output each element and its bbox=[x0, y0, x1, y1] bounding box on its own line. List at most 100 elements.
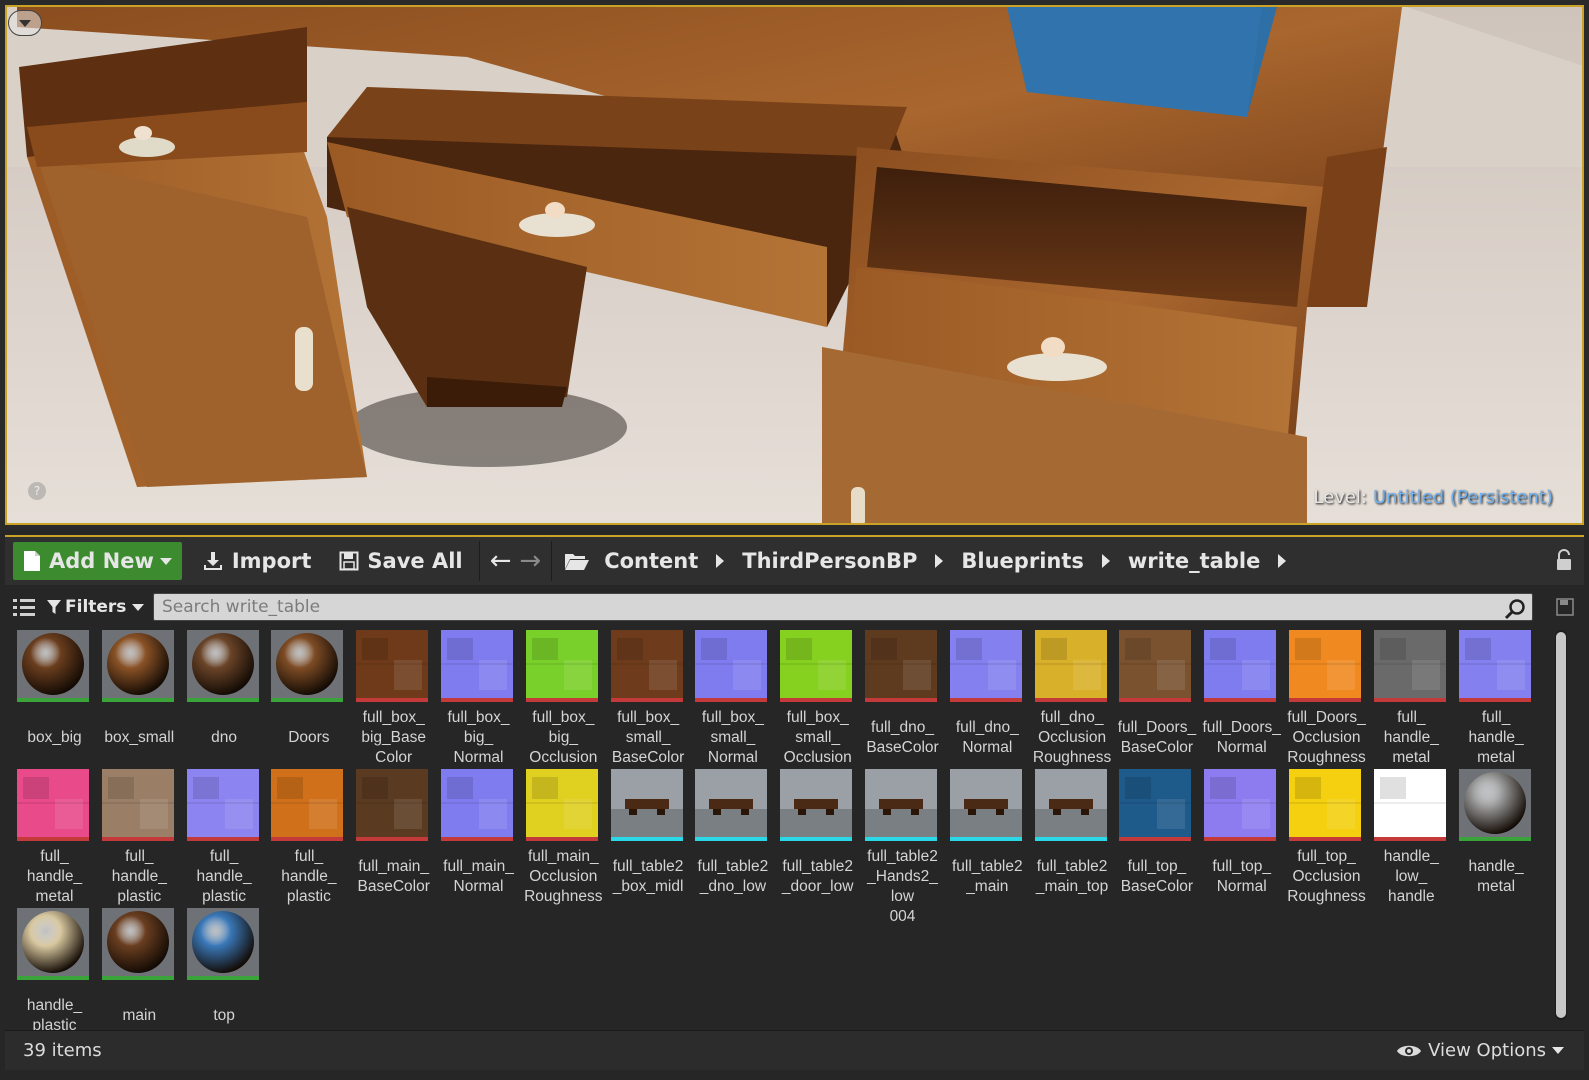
asset-tile[interactable]: full_top_ Normal bbox=[1199, 769, 1284, 905]
asset-tile[interactable]: full_main_ Occlusion Roughness bbox=[521, 769, 606, 905]
new-file-icon bbox=[24, 551, 40, 571]
view-options-button[interactable]: View Options bbox=[1396, 1040, 1564, 1061]
add-new-button[interactable]: Add New bbox=[13, 542, 182, 580]
asset-name: full_ handle_ metal bbox=[26, 848, 83, 905]
asset-type-strip bbox=[101, 976, 174, 980]
forward-arrow-icon[interactable]: → bbox=[519, 546, 541, 576]
breadcrumb-thirdpersonbp[interactable]: ThirdPersonBP bbox=[742, 549, 917, 573]
scrollbar-thumb[interactable] bbox=[1556, 632, 1566, 1018]
asset-tile[interactable]: full_table2 _main_top bbox=[1030, 769, 1115, 905]
asset-tile[interactable]: full_main_ BaseColor bbox=[351, 769, 436, 905]
breadcrumb-blueprints[interactable]: Blueprints bbox=[961, 549, 1083, 573]
current-level-readout: Level: Untitled (Persistent) bbox=[1313, 487, 1553, 508]
asset-type-strip bbox=[1289, 698, 1361, 702]
asset-tile[interactable]: full_table2 _door_low bbox=[775, 769, 860, 905]
asset-tile[interactable]: full_table2 _Hands2_ low 004 bbox=[860, 769, 945, 925]
asset-tile[interactable]: box_small bbox=[97, 630, 182, 766]
asset-tile[interactable]: full_top_ Occlusion Roughness bbox=[1284, 769, 1369, 905]
help-icon[interactable]: ? bbox=[28, 482, 46, 500]
asset-tile[interactable]: full_table2 _box_midl bbox=[606, 769, 691, 905]
asset-tile[interactable]: full_Doors_ Normal bbox=[1199, 630, 1284, 766]
save-icon bbox=[339, 551, 359, 571]
asset-name: full_table2 _door_low bbox=[781, 858, 854, 895]
asset-tile[interactable]: top bbox=[182, 908, 267, 1044]
asset-name: full_Doors_ Normal bbox=[1202, 719, 1281, 756]
breadcrumb-write-table[interactable]: write_table bbox=[1128, 549, 1260, 573]
asset-tile[interactable]: full_box_ big_ Occlusion bbox=[521, 630, 606, 766]
asset-tile[interactable]: handle_ low_ handle bbox=[1369, 769, 1454, 905]
asset-type-strip bbox=[1289, 837, 1361, 841]
level-name[interactable]: Untitled (Persistent) bbox=[1373, 487, 1553, 508]
breadcrumb-arrow-icon[interactable] bbox=[716, 554, 725, 568]
asset-tile[interactable]: full_dno_ Normal bbox=[945, 630, 1030, 766]
asset-tile[interactable]: full_main_ Normal bbox=[436, 769, 521, 905]
asset-tile[interactable]: full_box_ small_ BaseColor bbox=[606, 630, 691, 766]
asset-tile[interactable]: handle_ metal bbox=[1454, 769, 1539, 905]
asset-tile[interactable]: full_ handle_ metal bbox=[1369, 630, 1454, 766]
asset-type-strip bbox=[1373, 698, 1446, 702]
level-viewport[interactable]: ? Level: Untitled (Persistent) bbox=[0, 0, 1589, 530]
asset-tile[interactable]: box_big bbox=[12, 630, 97, 766]
asset-tile[interactable]: full_box_ big_ Normal bbox=[436, 630, 521, 766]
asset-thumbnail bbox=[949, 630, 1022, 702]
asset-tile[interactable]: full_dno_ BaseColor bbox=[860, 630, 945, 766]
asset-tile[interactable]: full_table2 _main bbox=[945, 769, 1030, 905]
asset-tile[interactable]: full_ handle_ plastic bbox=[266, 769, 351, 905]
asset-thumbnail bbox=[101, 769, 174, 841]
asset-type-strip bbox=[271, 837, 344, 841]
asset-name: full_table2 _box_midl bbox=[612, 858, 684, 895]
save-all-label: Save All bbox=[367, 549, 463, 573]
asset-thumbnail bbox=[1034, 769, 1107, 841]
breadcrumb-arrow-icon[interactable] bbox=[935, 554, 944, 568]
unlock-icon[interactable] bbox=[1554, 549, 1574, 571]
asset-name: full_main_ BaseColor bbox=[357, 858, 430, 895]
asset-type-strip bbox=[1458, 698, 1531, 702]
asset-tile[interactable]: handle_ plastic bbox=[12, 908, 97, 1044]
asset-tile[interactable]: full_box_ big_Base Color bbox=[351, 630, 436, 766]
asset-tile[interactable]: full_top_ BaseColor bbox=[1114, 769, 1199, 905]
breadcrumb-content[interactable]: Content bbox=[604, 549, 698, 573]
asset-name: full_ handle_ plastic bbox=[111, 848, 167, 905]
toolbar-divider bbox=[551, 541, 553, 581]
back-arrow-icon[interactable]: ← bbox=[490, 546, 512, 576]
asset-tile[interactable]: full_Doors_ Occlusion Roughness bbox=[1284, 630, 1369, 766]
asset-type-strip bbox=[17, 698, 89, 702]
asset-name: full_box_ big_Base Color bbox=[361, 709, 426, 766]
asset-tile[interactable]: full_ handle_ plastic bbox=[182, 769, 267, 905]
chevron-down-icon bbox=[1552, 1047, 1564, 1054]
breadcrumb-arrow-icon[interactable] bbox=[1278, 554, 1287, 568]
save-search-icon[interactable] bbox=[1556, 598, 1574, 616]
asset-tile[interactable]: Doors bbox=[266, 630, 351, 766]
asset-tile[interactable]: full_table2 _dno_low bbox=[690, 769, 775, 905]
save-all-button[interactable]: Save All bbox=[329, 542, 472, 580]
asset-tile[interactable]: full_Doors_ BaseColor bbox=[1114, 630, 1199, 766]
asset-tile[interactable]: full_ handle_ plastic bbox=[97, 769, 182, 905]
breadcrumb-arrow-icon[interactable] bbox=[1101, 554, 1110, 568]
asset-tile[interactable]: full_box_ small_ Normal bbox=[690, 630, 775, 766]
asset-tile[interactable]: main bbox=[97, 908, 182, 1044]
viewport-frame[interactable] bbox=[5, 5, 1584, 525]
asset-tile[interactable]: full_dno_ Occlusion Roughness bbox=[1030, 630, 1115, 766]
asset-grid-scrollbar[interactable] bbox=[1555, 630, 1567, 1020]
search-input[interactable] bbox=[154, 597, 1494, 617]
viewport-options-button[interactable] bbox=[8, 10, 42, 36]
import-button[interactable]: Import bbox=[192, 542, 322, 580]
sources-panel-toggle-icon[interactable] bbox=[11, 596, 37, 618]
asset-tile[interactable]: dno bbox=[182, 630, 267, 766]
folder-icon[interactable] bbox=[564, 551, 590, 571]
asset-type-strip bbox=[525, 698, 598, 702]
asset-type-strip bbox=[695, 837, 768, 841]
asset-thumbnail bbox=[525, 769, 598, 841]
filters-button[interactable]: Filters bbox=[47, 597, 145, 617]
asset-thumbnail bbox=[186, 630, 259, 702]
search-icon[interactable] bbox=[1504, 598, 1526, 620]
asset-tile[interactable]: full_box_ small_ Occlusion bbox=[775, 630, 860, 766]
asset-type-strip bbox=[1119, 698, 1192, 702]
asset-tile[interactable]: full_ handle_ metal bbox=[1454, 630, 1539, 766]
asset-tile[interactable]: full_ handle_ metal bbox=[12, 769, 97, 905]
asset-type-strip bbox=[949, 698, 1022, 702]
asset-type-strip bbox=[1034, 698, 1107, 702]
view-options-label: View Options bbox=[1428, 1040, 1546, 1061]
asset-thumbnail bbox=[17, 908, 89, 980]
asset-thumbnail bbox=[356, 769, 429, 841]
